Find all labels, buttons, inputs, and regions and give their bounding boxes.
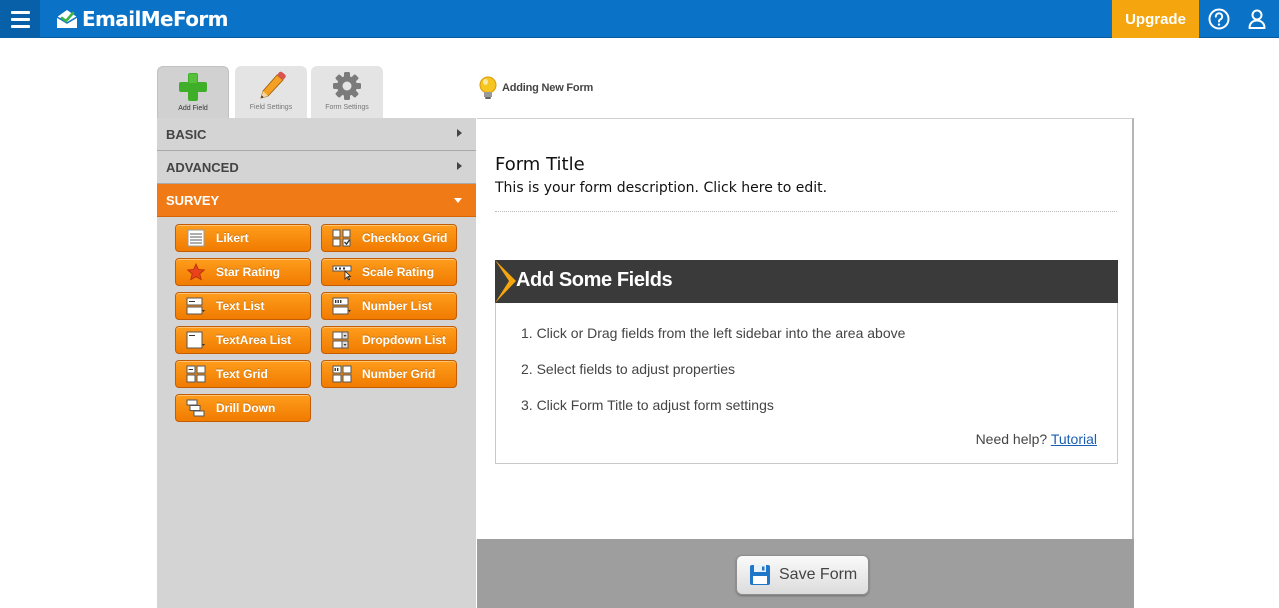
field-button-checkbox-grid[interactable]: Checkbox Grid: [321, 224, 457, 252]
tab-form-settings[interactable]: Form Settings: [311, 66, 383, 118]
text-grid-icon: [186, 365, 206, 383]
instruction-step: 3. Click Form Title to adjust form setti…: [521, 397, 774, 413]
top-bar: EmailMeForm Upgrade: [0, 0, 1279, 38]
field-label: Drill Down: [216, 401, 276, 415]
divider: [495, 211, 1117, 212]
hamburger-menu-icon[interactable]: [0, 0, 40, 38]
hint-text: Adding New Form: [502, 82, 594, 94]
form-canvas: Form Title This is your form description…: [477, 118, 1134, 539]
add-fields-header: Add Some Fields: [495, 260, 1118, 303]
field-button-dropdown-list[interactable]: Dropdown List: [321, 326, 457, 354]
dropdown-list-icon: [332, 331, 349, 349]
field-button-star-rating[interactable]: Star Rating: [175, 258, 311, 286]
instruction-step: 2. Select fields to adjust properties: [521, 361, 736, 377]
field-sidebar: BASIC ADVANCED SURVEY Likert Checkbox Gr…: [157, 118, 476, 608]
section-label: BASIC: [166, 126, 207, 142]
instruction-step: 1. Click or Drag fields from the left si…: [521, 325, 906, 341]
star-icon: [186, 263, 206, 281]
plus-icon: [179, 73, 207, 101]
field-button-number-grid[interactable]: Number Grid: [321, 360, 457, 388]
help-text: Need help? Tutorial: [976, 431, 1097, 447]
chevron-down-icon: [454, 198, 462, 203]
field-button-likert[interactable]: Likert: [175, 224, 311, 252]
field-button-text-list[interactable]: Text List: [175, 292, 311, 320]
field-button-textarea-list[interactable]: TextArea List: [175, 326, 311, 354]
tab-label: Field Settings: [249, 104, 293, 111]
field-label: Number Grid: [362, 367, 436, 381]
field-button-text-grid[interactable]: Text Grid: [175, 360, 311, 388]
number-grid-icon: [332, 365, 352, 383]
section-label: SURVEY: [166, 192, 220, 208]
field-label: Text Grid: [216, 367, 268, 381]
field-label: TextArea List: [216, 333, 292, 347]
save-form-button[interactable]: Save Form: [736, 555, 869, 595]
scale-rating-icon: [332, 265, 352, 281]
chevron-right-icon: [457, 129, 462, 137]
field-label: Dropdown List: [362, 333, 446, 347]
app-logo[interactable]: EmailMeForm: [55, 5, 228, 33]
text-list-icon: [186, 297, 205, 315]
likert-icon: [187, 229, 205, 247]
chevron-right-icon: [457, 162, 462, 170]
form-description[interactable]: This is your form description. Click her…: [495, 180, 827, 196]
help-prefix: Need help?: [975, 431, 1048, 447]
drill-down-icon: [186, 399, 205, 417]
lightbulb-icon: [479, 76, 497, 99]
field-label: Star Rating: [216, 265, 281, 279]
tab-field-settings[interactable]: Field Settings: [235, 66, 307, 118]
field-label: Text List: [216, 299, 265, 313]
field-label: Checkbox Grid: [362, 231, 448, 245]
tab-label: Form Settings: [325, 104, 369, 111]
question-circle-icon[interactable]: [1206, 6, 1232, 32]
checkbox-grid-icon: [332, 229, 351, 247]
pencil-icon: [260, 71, 286, 99]
field-button-scale-rating[interactable]: Scale Rating: [321, 258, 457, 286]
gear-icon: [333, 72, 361, 100]
section-survey[interactable]: SURVEY: [157, 184, 476, 217]
save-bar: Save Form: [477, 539, 1134, 608]
save-form-label: Save Form: [779, 566, 858, 583]
section-advanced[interactable]: ADVANCED: [157, 151, 476, 184]
upgrade-button[interactable]: Upgrade: [1112, 0, 1199, 38]
field-label: Likert: [216, 231, 249, 245]
tab-label: Add Field: [178, 105, 208, 112]
status-hint: Adding New Form: [478, 75, 593, 101]
logo-text: EmailMeForm: [82, 7, 228, 31]
field-button-drill-down[interactable]: Drill Down: [175, 394, 311, 422]
add-fields-panel: Add Some Fields 1. Click or Drag fields …: [495, 260, 1118, 464]
accent-mask: [495, 260, 509, 303]
add-fields-title: Add Some Fields: [516, 269, 673, 291]
field-label: Number List: [362, 299, 433, 313]
section-basic[interactable]: BASIC: [157, 118, 476, 151]
textarea-list-icon: [186, 331, 205, 349]
section-label: ADVANCED: [166, 159, 239, 175]
tab-add-field[interactable]: Add Field: [157, 66, 229, 119]
floppy-disk-icon: [750, 565, 770, 585]
user-icon[interactable]: [1244, 6, 1270, 32]
field-button-number-list[interactable]: Number List: [321, 292, 457, 320]
tutorial-link[interactable]: Tutorial: [1051, 431, 1097, 447]
number-list-icon: [332, 297, 351, 315]
form-title[interactable]: Form Title: [495, 154, 585, 175]
field-label: Scale Rating: [362, 265, 435, 279]
envelope-logo-icon: [56, 10, 78, 28]
